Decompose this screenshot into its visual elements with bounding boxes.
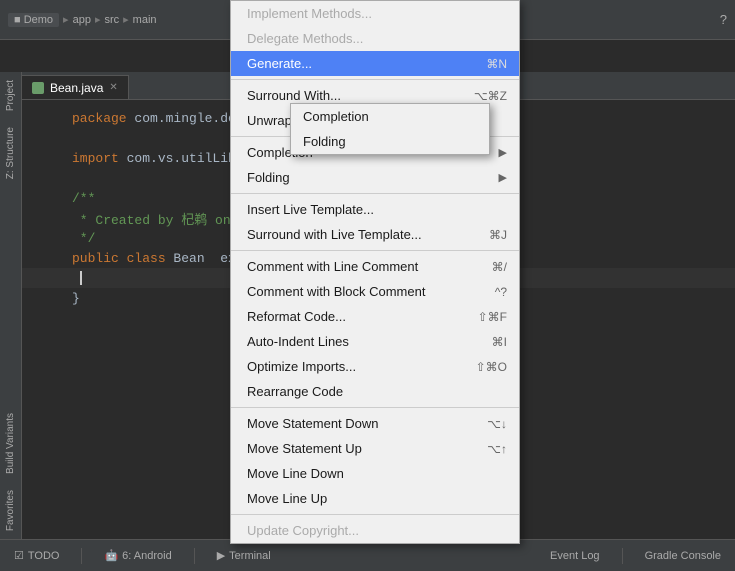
tab-close-button[interactable]: ✕	[109, 82, 117, 93]
status-todo[interactable]: ☑ TODO	[8, 547, 65, 564]
menu-sep-4	[231, 250, 519, 251]
status-terminal[interactable]: ▶ Terminal	[211, 547, 277, 564]
menu-sep-3	[231, 193, 519, 194]
menu-shortcut-surround-with: ⌥⌘Z	[474, 89, 507, 103]
menu-label-update-copyright: Update Copyright...	[247, 523, 487, 538]
left-panel: Project Z: Structure Build Variants Favo…	[0, 72, 22, 539]
menu-label-comment-line: Comment with Line Comment	[247, 259, 472, 274]
menu-item-implement-methods[interactable]: Implement Methods...	[231, 1, 519, 26]
menu-label-move-line-up: Move Line Up	[247, 491, 487, 506]
submenu-item-completion[interactable]: Completion	[291, 104, 489, 129]
todo-icon: ☑	[14, 549, 24, 562]
menu-label-surround-with: Surround With...	[247, 88, 454, 103]
menu-item-optimize-imports[interactable]: Optimize Imports... ⇧⌘O	[231, 354, 519, 379]
gradle-console-label: Gradle Console	[645, 550, 721, 562]
menu-label-move-statement-up: Move Statement Up	[247, 441, 467, 456]
menu-item-move-line-down[interactable]: Move Line Down	[231, 461, 519, 486]
status-android[interactable]: 🤖 6: Android	[98, 547, 177, 564]
terminal-icon: ▶	[217, 549, 225, 562]
menu-shortcut-surround-live-template: ⌘J	[489, 228, 507, 242]
menu-item-move-statement-down[interactable]: Move Statement Down ⌥↓	[231, 411, 519, 436]
menu-shortcut-generate: ⌘N	[486, 57, 507, 71]
menu-shortcut-move-statement-up: ⌥↑	[487, 442, 507, 456]
java-file-icon	[32, 82, 44, 94]
status-sep-2	[194, 548, 195, 564]
menu-item-comment-line[interactable]: Comment with Line Comment ⌘/	[231, 254, 519, 279]
submenu-label-completion: Completion	[303, 109, 369, 124]
tab-bean-java[interactable]: Bean.java ✕	[22, 75, 129, 99]
menu-label-comment-block: Comment with Block Comment	[247, 284, 475, 299]
help-icon[interactable]: ?	[720, 12, 727, 27]
menu-label-reformat-code: Reformat Code...	[247, 309, 458, 324]
menu-item-folding[interactable]: Folding ▶	[231, 165, 519, 190]
text-cursor	[80, 271, 82, 285]
toolbar-demo-icon[interactable]: ■ Demo	[8, 13, 59, 27]
folding-arrow-icon: ▶	[499, 171, 507, 184]
menu-label-rearrange-code: Rearrange Code	[247, 384, 487, 399]
menu-label-optimize-imports: Optimize Imports...	[247, 359, 456, 374]
event-log-label: Event Log	[550, 550, 600, 562]
menu-item-comment-block[interactable]: Comment with Block Comment ^?	[231, 279, 519, 304]
panel-tab-build-variants[interactable]: Build Variants	[3, 405, 18, 482]
menu-item-delegate-methods[interactable]: Delegate Methods...	[231, 26, 519, 51]
menu-item-update-copyright[interactable]: Update Copyright...	[231, 518, 519, 543]
submenu-label-folding: Folding	[303, 134, 346, 149]
menu-item-reformat-code[interactable]: Reformat Code... ⇧⌘F	[231, 304, 519, 329]
panel-tab-structure[interactable]: Z: Structure	[3, 119, 18, 187]
menu-item-auto-indent[interactable]: Auto-Indent Lines ⌘I	[231, 329, 519, 354]
toolbar-app: app	[73, 14, 91, 26]
submenu-item-folding[interactable]: Folding	[291, 129, 489, 154]
menu-item-generate[interactable]: Generate... ⌘N	[231, 51, 519, 76]
todo-label: TODO	[28, 550, 60, 562]
menu-label-insert-live-template: Insert Live Template...	[247, 202, 487, 217]
menu-label-implement-methods: Implement Methods...	[247, 6, 487, 21]
menu-label-generate: Generate...	[247, 56, 466, 71]
menu-shortcut-optimize-imports: ⇧⌘O	[476, 360, 507, 374]
context-menu: Implement Methods... Delegate Methods...…	[230, 0, 520, 544]
menu-shortcut-auto-indent: ⌘I	[492, 335, 507, 349]
menu-label-auto-indent: Auto-Indent Lines	[247, 334, 472, 349]
menu-item-rearrange-code[interactable]: Rearrange Code	[231, 379, 519, 404]
status-event-log[interactable]: Event Log	[544, 548, 606, 564]
toolbar-sep2: ▸	[95, 13, 101, 26]
toolbar-main: main	[133, 14, 157, 26]
status-sep-1	[81, 548, 82, 564]
menu-label-folding: Folding	[247, 170, 495, 185]
menu-shortcut-comment-block: ^?	[495, 285, 507, 299]
project-label: Demo	[24, 14, 53, 26]
menu-shortcut-reformat-code: ⇧⌘F	[478, 310, 507, 324]
menu-label-move-line-down: Move Line Down	[247, 466, 487, 481]
menu-item-move-line-up[interactable]: Move Line Up	[231, 486, 519, 511]
panel-tab-project[interactable]: Project	[3, 72, 18, 119]
menu-sep-6	[231, 514, 519, 515]
toolbar-sep3: ▸	[123, 13, 129, 26]
menu-item-move-statement-up[interactable]: Move Statement Up ⌥↑	[231, 436, 519, 461]
menu-label-delegate-methods: Delegate Methods...	[247, 31, 487, 46]
status-sep-3	[622, 548, 623, 564]
menu-label-move-statement-down: Move Statement Down	[247, 416, 467, 431]
menu-label-surround-live-template: Surround with Live Template...	[247, 227, 469, 242]
android-icon: 🤖	[104, 549, 118, 562]
menu-sep-1	[231, 79, 519, 80]
toolbar-src: src	[104, 14, 119, 26]
panel-tab-favorites[interactable]: Favorites	[3, 482, 18, 539]
tab-label: Bean.java	[50, 81, 103, 95]
status-gradle-console[interactable]: Gradle Console	[639, 548, 727, 564]
menu-shortcut-comment-line: ⌘/	[492, 260, 507, 274]
terminal-label: Terminal	[229, 550, 271, 562]
menu-sep-5	[231, 407, 519, 408]
android-label: 6: Android	[122, 550, 172, 562]
menu-item-surround-live-template[interactable]: Surround with Live Template... ⌘J	[231, 222, 519, 247]
menu-item-insert-live-template[interactable]: Insert Live Template...	[231, 197, 519, 222]
submenu-popup: Completion Folding	[290, 103, 490, 155]
completion-arrow-icon: ▶	[499, 146, 507, 159]
menu-shortcut-move-statement-down: ⌥↓	[487, 417, 507, 431]
toolbar-sep1: ▸	[63, 13, 69, 26]
